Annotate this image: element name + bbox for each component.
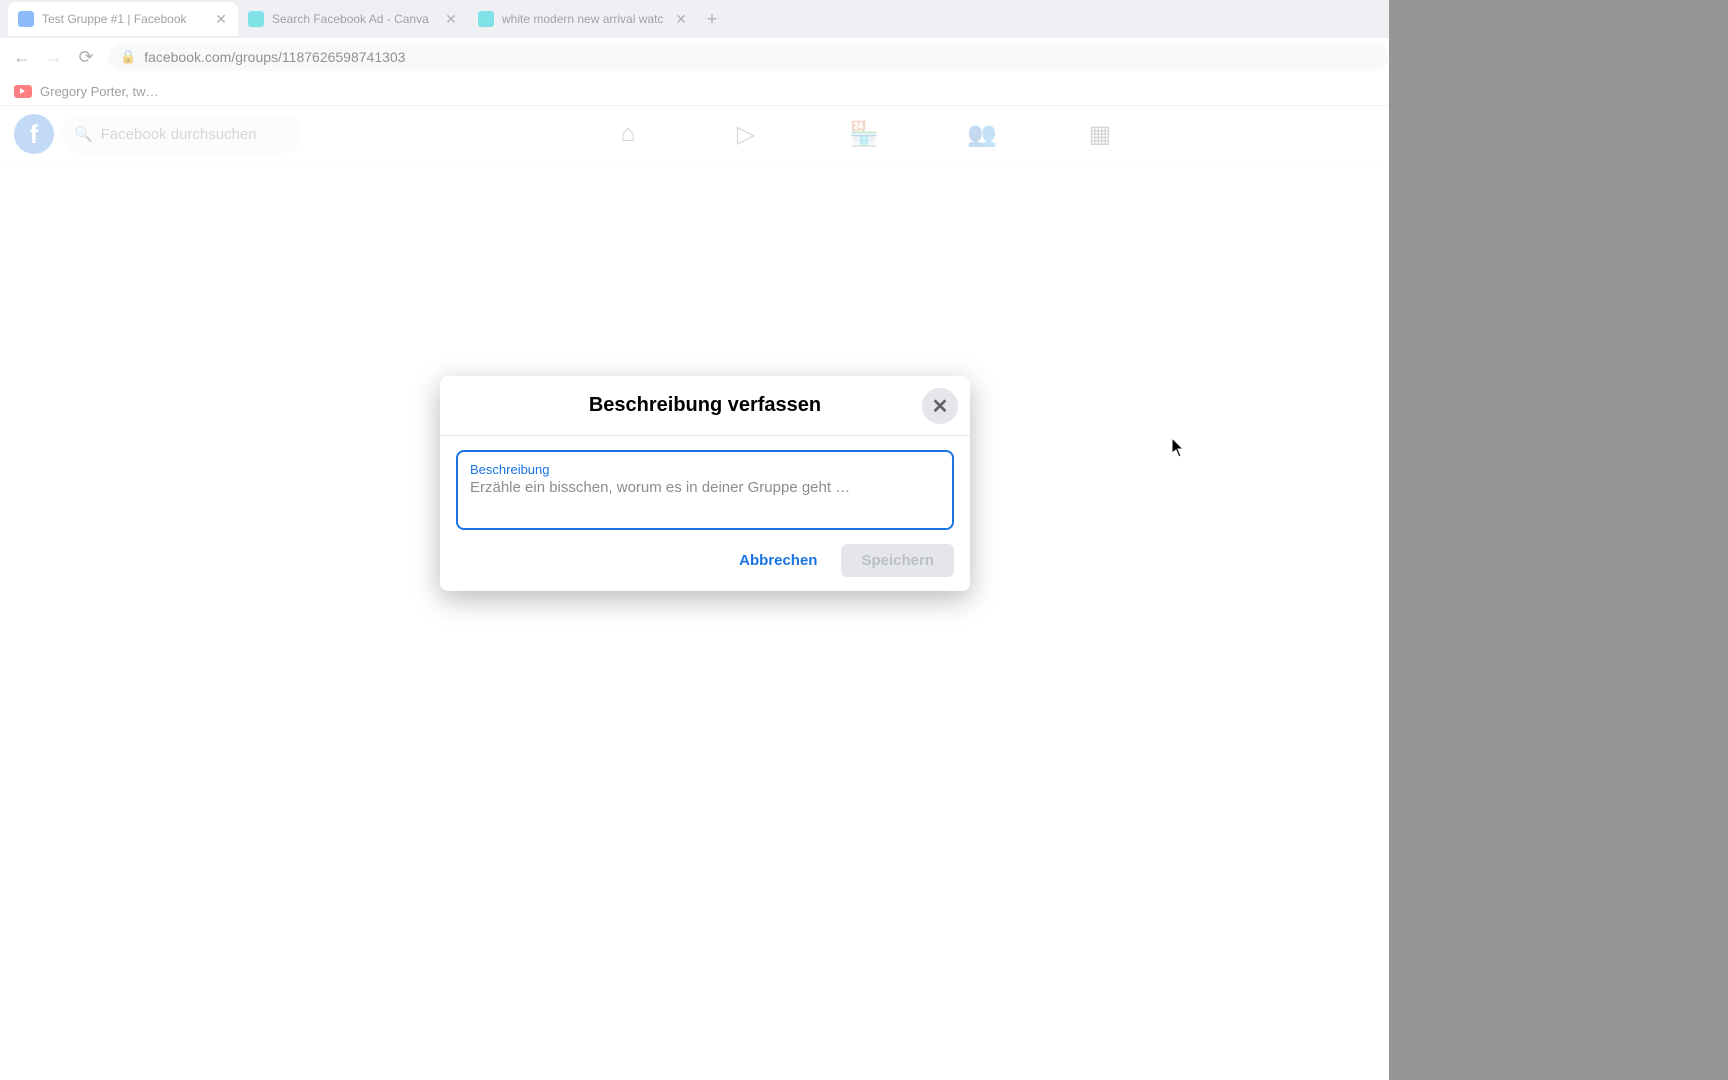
cancel-button[interactable]: Abbrechen xyxy=(725,544,831,577)
field-placeholder: Erzähle ein bisschen, worum es in deiner… xyxy=(470,479,940,496)
viewport-edge xyxy=(1389,0,1728,1080)
field-label: Beschreibung xyxy=(470,462,940,477)
save-button[interactable]: Speichern xyxy=(841,544,954,577)
description-textarea[interactable]: Beschreibung Erzähle ein bisschen, worum… xyxy=(456,450,954,530)
close-button[interactable]: ✕ xyxy=(922,388,958,424)
description-modal: Beschreibung verfassen ✕ Beschreibung Er… xyxy=(440,376,970,591)
modal-title: Beschreibung verfassen xyxy=(589,394,821,417)
